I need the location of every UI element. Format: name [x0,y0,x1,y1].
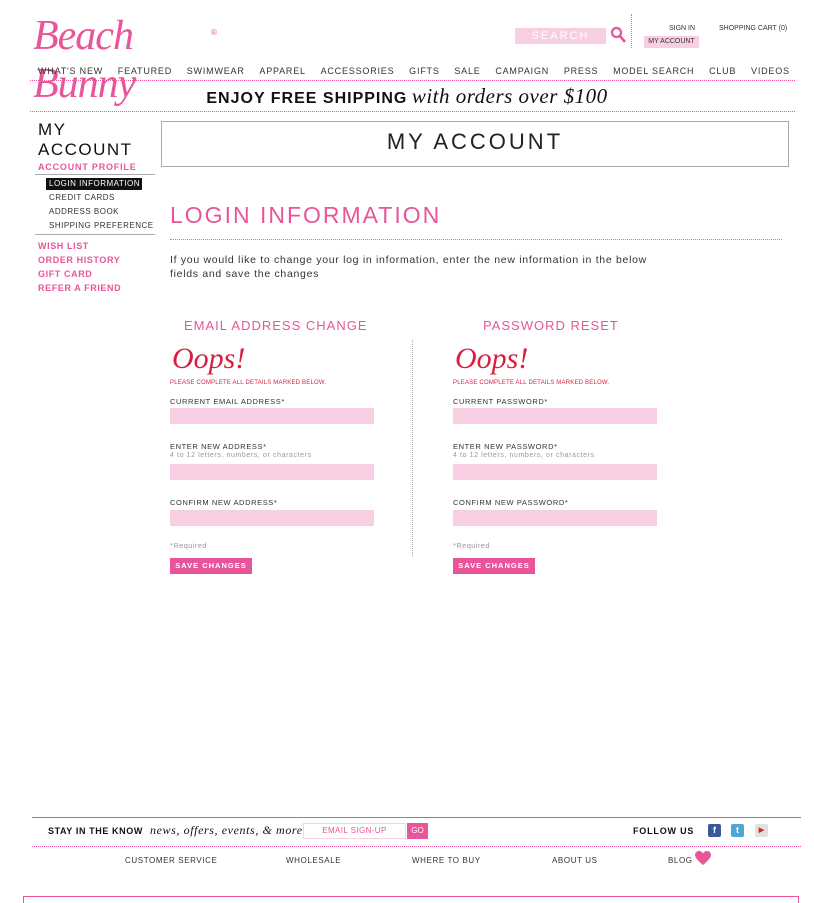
confirm-email-field[interactable] [170,510,374,526]
nav-item-club[interactable]: CLUB [709,66,736,76]
footer-link-customer-service[interactable]: CUSTOMER SERVICE [125,856,217,865]
new-email-label: ENTER NEW ADDRESS* [170,442,267,451]
twitter-icon[interactable]: t [731,824,744,837]
my-account-button[interactable]: MY ACCOUNT [644,36,699,48]
nav-item-accessories[interactable]: ACCESSORIES [321,66,395,76]
facebook-icon[interactable]: f [708,824,721,837]
password-required-note: *Required [453,541,490,550]
email-warning: PLEASE COMPLETE ALL DETAILS MARKED BELOW… [170,380,327,386]
sidebar-item-shipping-preference[interactable]: SHIPPING PREFERENCE [49,221,154,230]
main-nav: WHAT'S NEW FEATURED SWIMWEAR APPAREL ACC… [38,66,790,76]
logo-reg-mark: ® [211,28,217,37]
shopping-cart-link[interactable]: SHOPPING CART (0) [719,25,787,32]
password-warning: PLEASE COMPLETE ALL DETAILS MARKED BELOW… [453,380,610,386]
new-password-field[interactable] [453,464,657,480]
promo-divider [30,111,795,112]
sidebar-link-gift-card[interactable]: GIFT CARD [38,269,92,279]
footer-link-wholesale[interactable]: WHOLESALE [286,856,341,865]
confirm-email-label: CONFIRM NEW ADDRESS* [170,498,278,507]
footer-link-about-us[interactable]: ABOUT US [552,856,598,865]
footer-divider [32,817,801,818]
footer-link-blog[interactable]: BLOG [668,856,693,865]
newsletter-tagline: news, offers, events, & more [150,823,303,837]
nav-item-featured[interactable]: FEATURED [118,66,172,76]
promo-bold: ENJOY FREE SHIPPING [206,90,408,107]
email-required-note: *Required [170,541,207,550]
nav-item-swimwear[interactable]: SWIMWEAR [187,66,245,76]
bottom-bar [23,896,799,903]
confirm-password-label: CONFIRM NEW PASSWORD* [453,498,569,507]
free-shipping-banner[interactable]: ENJOY FREE SHIPPING with orders over $10… [0,84,814,109]
nav-item-model-search[interactable]: MODEL SEARCH [613,66,694,76]
sidebar-item-address-book[interactable]: ADDRESS BOOK [49,207,119,216]
nav-item-apparel[interactable]: APPAREL [259,66,305,76]
sidebar-item-login-information[interactable]: LOGIN INFORMATION [46,178,142,190]
sidebar-link-refer-a-friend[interactable]: REFER A FRIEND [38,283,121,293]
nav-item-videos[interactable]: VIDEOS [751,66,790,76]
youtube-icon[interactable]: ▶ [755,824,768,837]
sidebar-link-wish-list[interactable]: WISH LIST [38,241,89,251]
sidebar-divider [35,174,155,175]
save-password-button[interactable]: SAVE CHANGES [453,558,535,574]
sidebar-item-credit-cards[interactable]: CREDIT CARDS [49,193,115,202]
new-email-hint: 4 to 12 letters, numbers, or characters [170,452,312,459]
heart-icon[interactable] [695,851,711,866]
new-password-label: ENTER NEW PASSWORD* [453,442,558,451]
current-email-field[interactable] [170,408,374,424]
nav-item-gifts[interactable]: GIFTS [409,66,440,76]
sidebar-section-account-profile[interactable]: ACCOUNT PROFILE [38,162,137,172]
email-form-heading: EMAIL ADDRESS CHANGE [184,318,368,333]
sign-in-link[interactable]: SIGN IN [669,25,695,32]
nav-divider [30,80,795,81]
sidebar-divider [35,234,155,235]
current-email-label: CURRENT EMAIL ADDRESS* [170,397,285,406]
search-icon[interactable] [610,26,626,44]
footer-dot-divider [32,846,801,847]
footer-link-where-to-buy[interactable]: WHERE TO BUY [412,856,481,865]
section-divider [170,239,782,240]
new-email-field[interactable] [170,464,374,480]
logo[interactable]: Beach Bunny ® [33,12,223,107]
search-input[interactable]: SEARCH [515,28,606,44]
current-password-label: CURRENT PASSWORD* [453,397,548,406]
page-title-banner: MY ACCOUNT [161,121,789,167]
nav-item-campaign[interactable]: CAMPAIGN [495,66,549,76]
nav-item-whats-new[interactable]: WHAT'S NEW [38,66,103,76]
email-signup-input[interactable]: EMAIL SIGN-UP [303,823,406,839]
sidebar-title-line1: MY [38,120,67,139]
save-email-button[interactable]: SAVE CHANGES [170,558,252,574]
email-oops-message: Oops! [172,342,246,375]
email-signup-go-button[interactable]: GO [407,823,428,839]
promo-italic: with orders over $100 [411,84,608,108]
sidebar-link-order-history[interactable]: ORDER HISTORY [38,255,120,265]
column-divider [412,340,413,557]
confirm-password-field[interactable] [453,510,657,526]
sidebar-title-line2: ACCOUNT [38,140,133,159]
nav-item-press[interactable]: PRESS [564,66,599,76]
password-oops-message: Oops! [455,342,529,375]
header-divider [631,14,632,48]
intro-text: If you would like to change your log in … [170,254,647,280]
nav-item-sale[interactable]: SALE [454,66,480,76]
current-password-field[interactable] [453,408,657,424]
newsletter-label: STAY IN THE KNOW [48,826,143,836]
password-form-heading: PASSWORD RESET [483,318,619,333]
section-heading: LOGIN INFORMATION [170,202,442,228]
sidebar-title: MY ACCOUNT [38,120,148,160]
follow-us-label: FOLLOW US [633,826,695,836]
new-password-hint: 4 to 12 letters, numbers, or characters [453,452,595,459]
